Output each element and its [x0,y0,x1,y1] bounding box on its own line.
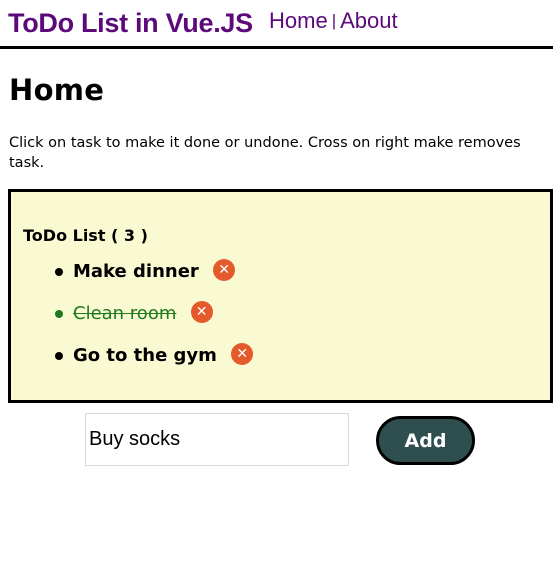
todo-item-text: Go to the gym [73,345,217,366]
todo-item-text: Clean room [73,303,177,324]
nav-separator: | [331,11,337,30]
new-task-input[interactable] [85,413,349,466]
todo-item[interactable]: Clean room ✕ [11,301,253,344]
todo-item[interactable]: Go to the gym ✕ [11,343,254,386]
todo-list-panel: ToDo List ( 3 ) Make dinner ✕ Clean room… [8,189,553,403]
bullet-icon [55,310,63,318]
nav-link-about[interactable]: About [340,8,398,33]
page-title: Home [9,73,105,107]
todo-list: Make dinner ✕ Clean room ✕ Go to the gym… [11,259,254,386]
remove-task-icon[interactable]: ✕ [213,259,236,281]
bullet-icon [55,352,63,360]
app-header: ToDo List in Vue.JS Home | About [0,0,553,49]
remove-task-icon[interactable]: ✕ [190,301,213,323]
app-brand: ToDo List in Vue.JS [8,8,253,38]
todo-item-text: Make dinner [73,261,199,282]
nav-link-home[interactable]: Home [269,8,328,33]
remove-task-icon[interactable]: ✕ [231,343,254,365]
todo-list-heading: ToDo List ( 3 ) [23,226,148,245]
todo-item[interactable]: Make dinner ✕ [11,259,253,302]
add-task-button[interactable]: Add [376,416,475,465]
main-nav: Home | About [269,8,398,34]
bullet-icon [55,268,63,276]
page-intro: Click on task to make it done or undone.… [9,135,521,171]
